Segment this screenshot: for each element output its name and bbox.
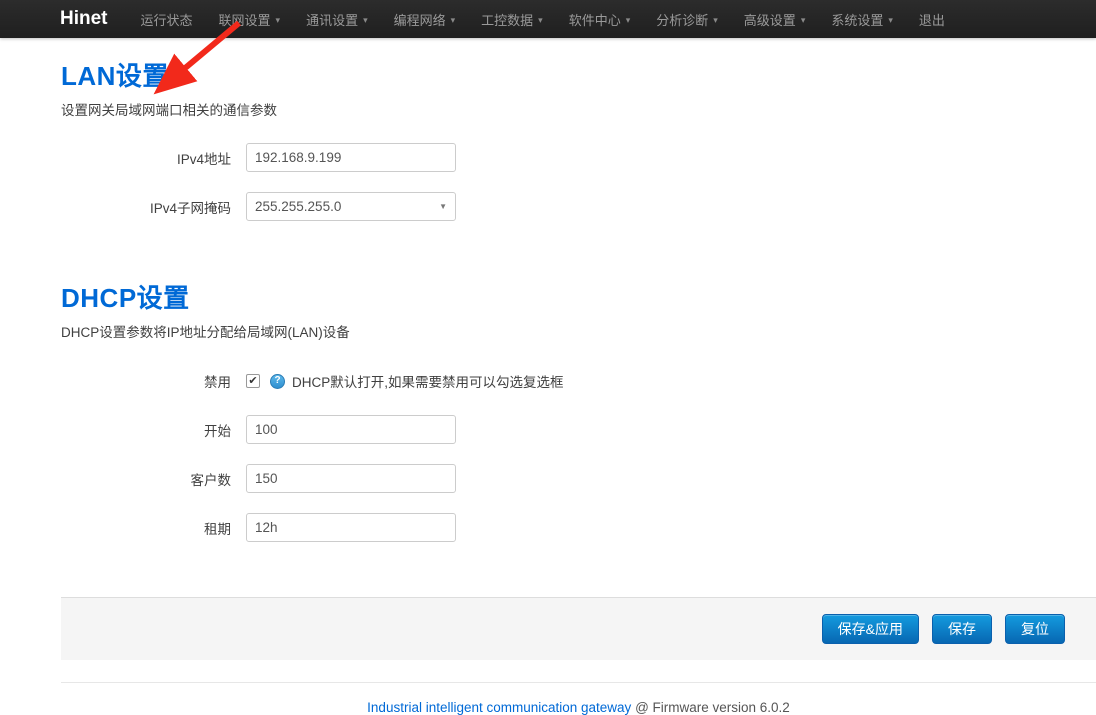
chevron-down-icon: ▾ — [363, 16, 368, 25]
action-bar: 保存&应用 保存 复位 — [61, 597, 1096, 660]
nav-item-communication-settings[interactable]: 通讯设置▾ — [293, 0, 381, 38]
ipv4-netmask-selected-value: 255.255.255.0 — [255, 199, 341, 214]
nav-item-logout[interactable]: 退出 — [906, 0, 958, 38]
reset-button[interactable]: 复位 — [1005, 614, 1065, 644]
lan-form: IPv4地址 IPv4子网掩码 255.255.255.0 ▼ — [61, 143, 1096, 221]
dhcp-form: 禁用 ✔ ? DHCP默认打开,如果需要禁用可以勾选复选框 开始 客户数 租期 — [61, 371, 1096, 542]
chevron-down-icon: ▾ — [713, 16, 718, 25]
dhcp-clients-row: 客户数 — [61, 464, 1096, 493]
dhcp-lease-row: 租期 — [61, 513, 1096, 542]
ipv4-address-input[interactable] — [246, 143, 456, 172]
top-navbar: Hinet 运行状态 联网设置▾ 通讯设置▾ 编程网络▾ 工控数据▾ 软件中心▾… — [0, 0, 1096, 38]
dhcp-lease-label: 租期 — [61, 518, 246, 538]
nav-item-system-settings[interactable]: 系统设置▾ — [818, 0, 906, 38]
nav-menu: 运行状态 联网设置▾ 通讯设置▾ 编程网络▾ 工控数据▾ 软件中心▾ 分析诊断▾… — [128, 0, 958, 38]
dhcp-disable-label: 禁用 — [61, 371, 246, 391]
ipv4-netmask-row: IPv4子网掩码 255.255.255.0 ▼ — [61, 192, 1096, 221]
dhcp-clients-label: 客户数 — [61, 469, 246, 489]
chevron-down-icon: ▾ — [451, 16, 456, 25]
nav-item-industrial-data[interactable]: 工控数据▾ — [468, 0, 556, 38]
dhcp-start-label: 开始 — [61, 420, 246, 440]
help-icon: ? — [270, 374, 285, 389]
page-footer: Industrial intelligent communication gat… — [61, 682, 1096, 715]
ipv4-address-label: IPv4地址 — [61, 148, 246, 168]
nav-item-analysis-diagnosis[interactable]: 分析诊断▾ — [643, 0, 731, 38]
chevron-down-icon: ▾ — [626, 16, 631, 25]
dhcp-disable-row: 禁用 ✔ ? DHCP默认打开,如果需要禁用可以勾选复选框 — [61, 371, 1096, 391]
select-dropdown-arrow-icon: ▼ — [439, 202, 447, 211]
main-content: LAN设置 设置网关局域网端口相关的通信参数 IPv4地址 IPv4子网掩码 2… — [0, 56, 1096, 542]
dhcp-section-subtitle: DHCP设置参数将IP地址分配给局域网(LAN)设备 — [61, 321, 1096, 341]
lan-section-title: LAN设置 — [61, 56, 1096, 93]
footer-gateway-link[interactable]: Industrial intelligent communication gat… — [367, 700, 631, 715]
dhcp-start-row: 开始 — [61, 415, 1096, 444]
nav-item-network-settings[interactable]: 联网设置▾ — [206, 0, 294, 38]
dhcp-clients-input[interactable] — [246, 464, 456, 493]
save-button[interactable]: 保存 — [932, 614, 992, 644]
ipv4-netmask-select[interactable]: 255.255.255.0 ▼ — [246, 192, 456, 221]
chevron-down-icon: ▾ — [888, 16, 893, 25]
brand-logo[interactable]: Hinet — [0, 8, 128, 30]
dhcp-disable-hint: DHCP默认打开,如果需要禁用可以勾选复选框 — [292, 371, 564, 391]
footer-firmware-version: @ Firmware version 6.0.2 — [631, 700, 790, 715]
nav-item-software-center[interactable]: 软件中心▾ — [556, 0, 644, 38]
ipv4-address-row: IPv4地址 — [61, 143, 1096, 172]
dhcp-start-input[interactable] — [246, 415, 456, 444]
nav-item-running-status[interactable]: 运行状态 — [128, 0, 206, 38]
chevron-down-icon: ▾ — [801, 16, 806, 25]
dhcp-section-title: DHCP设置 — [61, 278, 1096, 315]
chevron-down-icon: ▾ — [538, 16, 543, 25]
nav-item-advanced-settings[interactable]: 高级设置▾ — [731, 0, 819, 38]
save-apply-button[interactable]: 保存&应用 — [822, 614, 919, 644]
dhcp-disable-checkbox[interactable]: ✔ — [246, 374, 260, 388]
lan-section-subtitle: 设置网关局域网端口相关的通信参数 — [61, 99, 1096, 119]
chevron-down-icon: ▾ — [276, 16, 281, 25]
ipv4-netmask-label: IPv4子网掩码 — [61, 197, 246, 217]
nav-item-programming-network[interactable]: 编程网络▾ — [381, 0, 469, 38]
dhcp-lease-input[interactable] — [246, 513, 456, 542]
